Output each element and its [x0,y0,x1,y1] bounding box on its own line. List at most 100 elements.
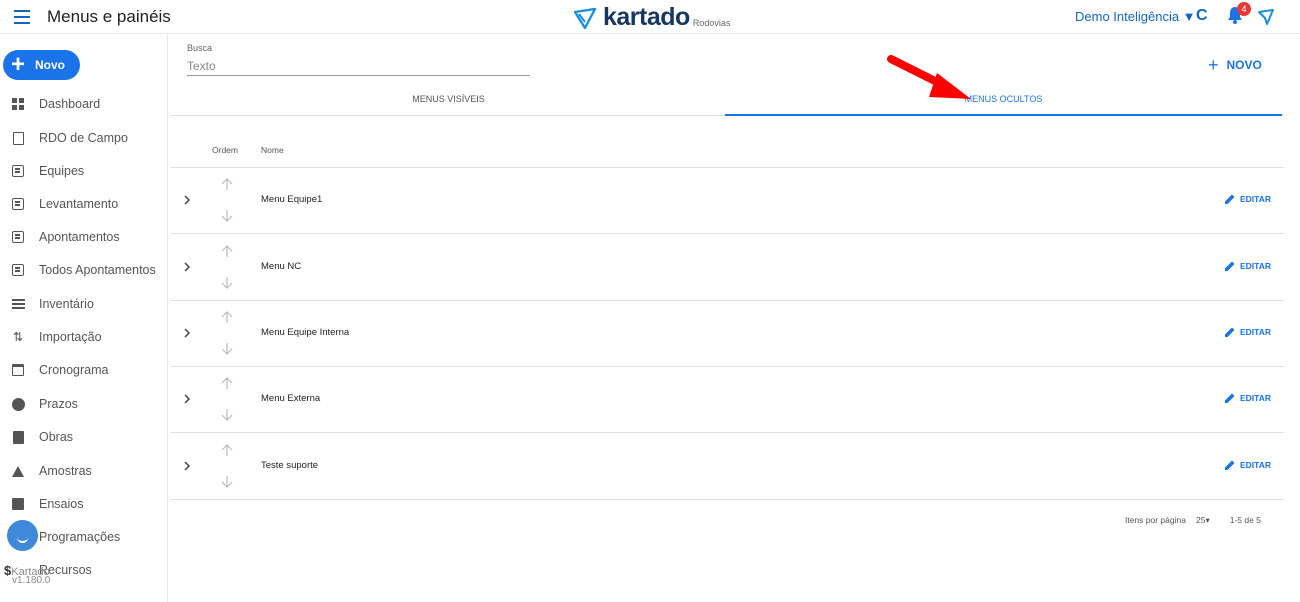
chevron-right-icon[interactable] [183,260,192,274]
workspace-selector[interactable]: Demo Inteligência ▼ [1075,9,1196,24]
clipboard-filled-icon [11,430,25,444]
arrow-up-icon[interactable] [220,443,234,457]
arrow-down-icon[interactable] [220,342,234,356]
sidebar-item-label: Obras [39,430,74,444]
sidebar-item-rdo[interactable]: RDO de Campo [0,124,168,152]
edit-button[interactable]: EDITAR [1224,326,1271,338]
chevron-right-icon[interactable] [183,193,192,207]
pencil-icon [1225,393,1235,403]
chevron-right-icon[interactable] [183,326,192,340]
arrow-up-icon[interactable] [220,310,234,324]
test-icon [11,497,25,511]
items-per-page-select[interactable]: 25▾ [1196,515,1210,526]
sidebar-item-todos-apontamentos[interactable]: Todos Apontamentos [0,256,168,284]
new-button[interactable]: + Novo [3,50,80,80]
column-header-ordem: Ordem [212,145,238,155]
sidebar-item-inventario[interactable]: Inventário [0,290,168,318]
edit-button[interactable]: EDITAR [1224,392,1271,404]
row-name: Menu Equipe Interna [261,327,350,338]
arrow-down-icon[interactable] [220,475,234,489]
row-name: Teste suporte [261,460,319,471]
sidebar-item-amostras[interactable]: Amostras [0,457,168,485]
arrow-down-icon[interactable] [220,408,234,422]
edit-button[interactable]: EDITAR [1224,459,1271,471]
row-name: Menu NC [261,261,302,272]
send-icon[interactable] [1258,9,1274,25]
top-bar: Menus e painéis kartado Rodovias Demo In… [0,0,1300,34]
clipboard-icon [11,131,25,145]
sidebar-item-equipes[interactable]: Equipes [0,157,168,185]
sidebar-item-label: Levantamento [39,197,119,211]
sidebar-item-levantamento[interactable]: Levantamento [0,190,168,218]
chevron-right-icon[interactable] [183,392,192,406]
sidebar-item-dashboard[interactable]: Dashboard [0,90,168,118]
pencil-icon [1225,460,1235,470]
sidebar-item-prazos[interactable]: Prazos [0,390,168,418]
pagination: Itens por página 25▾ 1-5 de 5 [1125,515,1261,526]
add-menu-button[interactable]: + NOVO [1208,56,1262,74]
kartado-logo-icon [573,8,597,30]
menu-icon[interactable] [14,10,30,24]
sidebar-item-apontamentos[interactable]: Apontamentos [0,223,168,251]
sidebar-item-ensaios[interactable]: Ensaios [0,490,168,518]
page-title: Menus e painéis [47,7,171,26]
logo-subtitle: Rodovias [692,18,731,28]
list-box-icon [11,230,25,244]
search-input[interactable] [187,57,530,76]
refresh-icon[interactable]: C [1196,7,1208,25]
flask-icon [11,464,25,478]
pencil-icon [1225,261,1235,271]
table-row: Menu Equipe1 EDITAR [170,168,1284,234]
edit-button-label: EDITAR [1240,327,1272,337]
tab-menus-visiveis[interactable]: MENUS VISÍVEIS [170,86,727,116]
arrow-up-icon[interactable] [220,177,234,191]
sidebar-item-label: Inventário [39,297,94,311]
edit-button-label: EDITAR [1240,393,1272,403]
app-version: v1.180.0 [12,575,51,586]
arrow-down-icon[interactable] [220,209,234,223]
search-label: Busca [187,43,213,53]
tabs: MENUS VISÍVEIS MENUS OCULTOS [170,86,1284,116]
add-menu-button-label: NOVO [1226,58,1262,72]
clock-icon [11,397,25,411]
edit-button-label: EDITAR [1240,460,1272,470]
arrow-up-icon[interactable] [220,376,234,390]
sidebar-item-cronograma[interactable]: Cronograma [0,356,168,384]
sidebar-item-importacao[interactable]: ⇅ Importação [0,323,168,351]
sidebar-item-label: RDO de Campo [39,131,128,145]
chevron-right-icon[interactable] [183,459,192,473]
sidebar-item-label: Prazos [39,397,78,411]
sidebar-item-label: Importação [39,330,102,344]
kartado-logo: kartado Rodovias [573,4,730,30]
sidebar-item-label: Dashboard [39,97,101,111]
edit-button[interactable]: EDITAR [1224,260,1271,272]
column-header-nome: Nome [261,145,284,155]
row-name: Menu Equipe1 [261,194,323,205]
table-row: Menu Equipe Interna EDITAR [170,301,1284,367]
sidebar-item-label: Todos Apontamentos [39,263,156,277]
sidebar-item-label: Cronograma [39,363,109,377]
edit-button[interactable]: EDITAR [1224,193,1271,205]
dashboard-icon [11,97,25,111]
pencil-icon [1225,327,1235,337]
sidebar-item-label: Amostras [39,464,92,478]
sidebar-item-label: Equipes [39,164,85,178]
logo-text: kartado [603,3,690,31]
arrow-up-icon[interactable] [220,244,234,258]
table-row: Menu NC EDITAR [170,235,1284,301]
list-box-icon [11,197,25,211]
row-name: Menu Externa [261,393,321,404]
table-header: Ordem Nome [170,138,1284,168]
new-button-label: Novo [35,58,66,72]
chat-icon[interactable] [7,520,38,551]
lines-icon [11,297,25,311]
notification-badge: 4 [1237,2,1251,16]
arrow-down-icon[interactable] [220,276,234,290]
edit-button-label: EDITAR [1240,194,1272,204]
list-box-icon [11,164,25,178]
sidebar-item-obras[interactable]: Obras [0,423,168,451]
caret-down-icon: ▾ [1205,515,1210,525]
tab-menus-ocultos[interactable]: MENUS OCULTOS [725,86,1282,116]
sidebar-item-label: Apontamentos [39,230,120,244]
page-range: 1-5 de 5 [1229,515,1261,525]
